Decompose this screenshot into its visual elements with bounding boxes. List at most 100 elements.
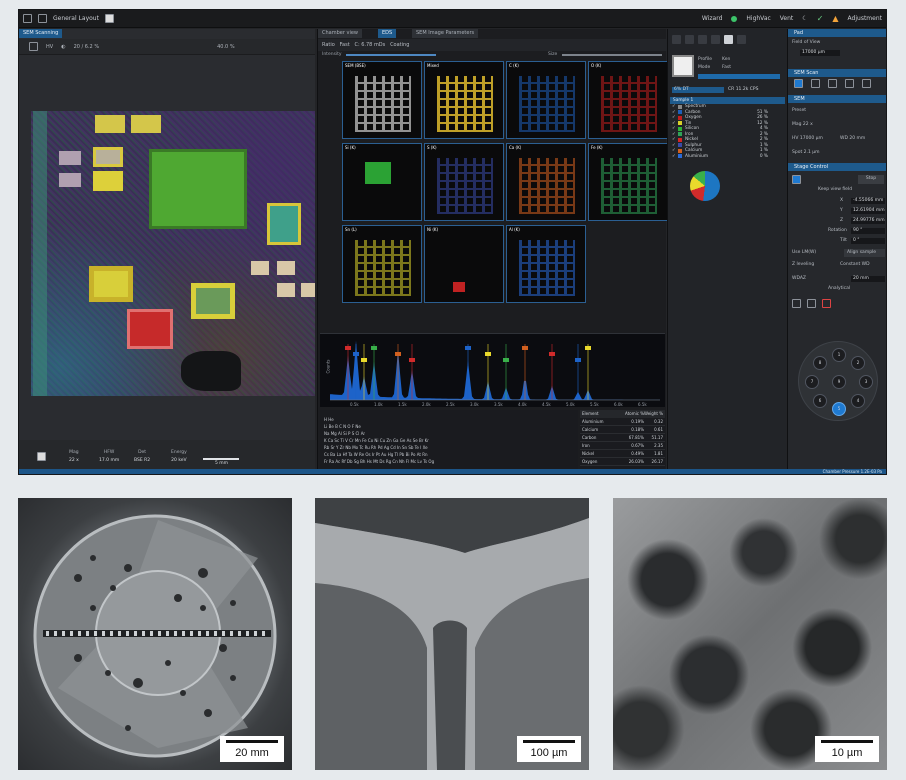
peak-label[interactable] bbox=[585, 346, 591, 350]
holder-slot[interactable]: 7 bbox=[805, 375, 819, 389]
table-row[interactable]: Carbon 67.81% 51.17 bbox=[580, 434, 665, 442]
export-icon[interactable] bbox=[672, 35, 681, 44]
home-icon[interactable] bbox=[23, 14, 32, 23]
holder-slot[interactable]: 3 bbox=[859, 375, 873, 389]
preset-row[interactable]: Preset bbox=[792, 107, 885, 115]
x-input[interactable]: -4.55066 mm bbox=[851, 198, 885, 204]
section-sem[interactable]: SEM bbox=[788, 95, 886, 103]
toolbar-fast[interactable]: Fast bbox=[340, 42, 350, 48]
element-map-tile[interactable]: Ca (K) bbox=[506, 143, 586, 221]
table-row[interactable]: Aluminium 0.19% 0.32 bbox=[580, 418, 665, 426]
list-item[interactable]: ✓ Aluminium 0 % bbox=[670, 154, 785, 160]
tab-sem-scanning[interactable]: SEM Scanning bbox=[19, 29, 63, 38]
section-pad[interactable]: Pad bbox=[788, 29, 886, 37]
mag-row[interactable]: Mag 22 x bbox=[792, 121, 885, 129]
stage-move-icon[interactable] bbox=[792, 175, 801, 184]
wdaz-input[interactable]: 20 mm bbox=[851, 276, 885, 282]
periodic-row[interactable]: H He bbox=[324, 416, 578, 423]
fit-icon[interactable] bbox=[862, 79, 871, 88]
layout-selector[interactable]: General Layout bbox=[53, 15, 99, 22]
table-row[interactable]: Oxygen 26.03% 26.17 bbox=[580, 458, 665, 466]
peak-label[interactable] bbox=[485, 352, 491, 356]
profile-value[interactable]: Ken bbox=[722, 57, 730, 62]
sample-header[interactable]: Sample 1 bbox=[670, 97, 785, 104]
peak-label[interactable] bbox=[345, 346, 351, 350]
fov-input[interactable]: 17000 µm bbox=[800, 50, 840, 56]
align-sample-button[interactable]: Align sample bbox=[844, 249, 885, 257]
y-input[interactable]: 12.61904 mm bbox=[851, 208, 885, 214]
spectrum-plot[interactable]: 0.5k 1.0k 1.5k 2.0k 2.5k 3.0k 3.5k 4.0k 4.5k 5.0k… bbox=[320, 333, 665, 407]
moon-icon[interactable]: ☾ bbox=[802, 15, 807, 22]
element-map-tile[interactable]: Si (K) bbox=[342, 143, 422, 221]
check-icon[interactable]: ✓ bbox=[670, 154, 678, 160]
toolbar-ratio[interactable]: Ratio bbox=[322, 42, 335, 48]
brightness-icon[interactable]: ◐ bbox=[61, 44, 65, 50]
vent-button[interactable]: Vent bbox=[780, 15, 794, 22]
qr-icon[interactable] bbox=[104, 14, 114, 23]
play-icon[interactable] bbox=[845, 79, 854, 88]
peak-label[interactable] bbox=[353, 352, 359, 356]
target-icon[interactable] bbox=[811, 79, 820, 88]
constant-wd-toggle[interactable]: Constant WD bbox=[840, 261, 885, 269]
frame-icon[interactable] bbox=[29, 42, 38, 51]
eds-overlay-image[interactable] bbox=[31, 111, 315, 396]
peak-label[interactable] bbox=[361, 358, 367, 362]
periodic-row[interactable]: Rb Sr Y Zr Nb Mo Tc Ru Rh Pd Ag Cd In Sn… bbox=[324, 444, 578, 451]
keep-view-field[interactable]: Keep view field bbox=[818, 186, 886, 194]
notes-icon[interactable] bbox=[37, 452, 46, 461]
periodic-row[interactable]: Cs Ba La Hf Ta W Re Os Ir Pt Au Hg Tl Pb… bbox=[324, 451, 578, 458]
element-map-tile[interactable]: C (K) bbox=[506, 61, 586, 139]
peak-label[interactable] bbox=[371, 346, 377, 350]
table-row[interactable]: Nickel 0.49% 1.81 bbox=[580, 450, 665, 458]
periodic-table[interactable]: H He Li Be B C N O F Ne Na Mg Al Si P S Cl… bbox=[320, 410, 578, 474]
toolbar-coating[interactable]: Coating bbox=[390, 42, 409, 48]
profile-swatch[interactable] bbox=[672, 55, 694, 77]
highvac-button[interactable]: HighVac bbox=[746, 15, 770, 22]
holder-slot[interactable]: 2 bbox=[851, 356, 865, 370]
holder-slot[interactable]: 6 bbox=[813, 394, 827, 408]
peak-label[interactable] bbox=[395, 352, 401, 356]
peak-label[interactable] bbox=[503, 358, 509, 362]
holder-slot[interactable]: 4 bbox=[851, 394, 865, 408]
element-map-tile[interactable]: S (K) bbox=[424, 143, 504, 221]
layers-icon[interactable] bbox=[698, 35, 707, 44]
z-input[interactable]: 24.99776 mm bbox=[851, 218, 885, 224]
tab-chamber-view[interactable]: Chamber view bbox=[318, 29, 363, 38]
intensity-slider[interactable] bbox=[346, 54, 436, 56]
acquire-bar[interactable] bbox=[698, 74, 780, 79]
save-icon[interactable] bbox=[792, 299, 801, 308]
tab-eds[interactable]: EDS bbox=[378, 29, 397, 38]
size-slider[interactable] bbox=[562, 54, 662, 56]
settings-icon[interactable] bbox=[685, 35, 694, 44]
tilt-input[interactable]: 0 ° bbox=[851, 238, 885, 244]
sample-holder-navigator[interactable]: 12 3 456 7 89 bbox=[798, 341, 878, 421]
reset-icon[interactable] bbox=[822, 299, 831, 308]
rotation-input[interactable]: 90 ° bbox=[851, 228, 885, 234]
toolbar-c[interactable]: C: 6.78 mDs bbox=[354, 42, 385, 48]
wd-row[interactable]: WD 20 mm bbox=[840, 135, 885, 143]
grid-icon[interactable] bbox=[38, 14, 47, 23]
element-map-tile[interactable]: Sn (L) bbox=[342, 225, 422, 303]
wizard-button[interactable]: Wizard bbox=[702, 15, 722, 22]
step-icon[interactable] bbox=[828, 79, 837, 88]
periodic-row[interactable]: K Ca Sc Ti V Cr Mn Fe Co Ni Cu Zn Ga Ge … bbox=[324, 437, 578, 444]
element-map-tile[interactable]: Ni (K) bbox=[424, 225, 504, 303]
element-map-tile[interactable]: Mixed bbox=[424, 61, 504, 139]
section-sem-scan[interactable]: SEM Scan bbox=[788, 69, 886, 77]
stop-button[interactable]: Stop bbox=[858, 175, 884, 184]
peak-label[interactable] bbox=[409, 358, 415, 362]
section-stage-control[interactable]: Stage Control bbox=[788, 163, 886, 171]
peak-label[interactable] bbox=[522, 346, 528, 350]
psi-icon[interactable] bbox=[794, 79, 803, 88]
tab-sem-image-parameters[interactable]: SEM Image Parameters bbox=[412, 29, 479, 38]
element-map-tile[interactable]: Fe (K) bbox=[588, 143, 668, 221]
holder-slot[interactable]: 5 bbox=[832, 402, 846, 416]
periodic-row[interactable]: Li Be B C N O F Ne bbox=[324, 423, 578, 430]
spot-row[interactable]: Spot 2.1 µm bbox=[792, 149, 885, 157]
peak-label[interactable] bbox=[549, 352, 555, 356]
table-row[interactable]: Calcium 0.18% 0.61 bbox=[580, 426, 665, 434]
add-icon[interactable] bbox=[724, 35, 733, 44]
adjustment-button[interactable]: Adjustment bbox=[848, 15, 882, 22]
menu-icon[interactable] bbox=[737, 35, 746, 44]
refresh-icon[interactable] bbox=[711, 35, 720, 44]
